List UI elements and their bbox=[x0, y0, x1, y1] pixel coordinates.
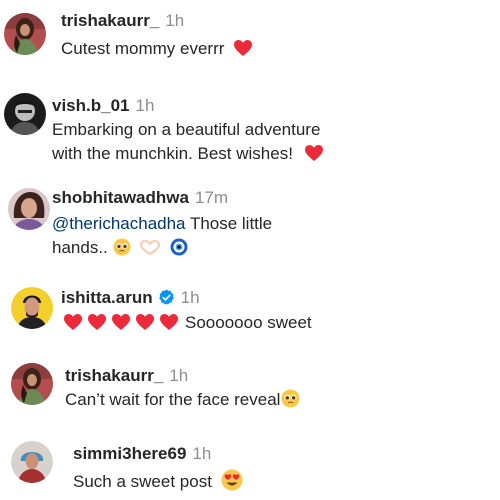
comment-item: shobhitawadhwa 17m @therichachadha Those … bbox=[0, 180, 500, 275]
comment-text: Can’t wait for the face reveal bbox=[65, 388, 300, 412]
comment-body-line-2: with the munchkin. Best wishes! bbox=[52, 142, 328, 166]
red-heart-icon bbox=[304, 145, 323, 161]
comment-header: ishitta.arun 1h bbox=[61, 287, 200, 309]
avatar-image bbox=[4, 13, 46, 55]
avatar[interactable] bbox=[4, 93, 46, 135]
red-heart-icon bbox=[88, 314, 106, 330]
nazar-amulet-icon bbox=[170, 238, 188, 256]
comment-text: Such a sweet post bbox=[73, 469, 243, 494]
comment-username[interactable]: ishitta.arun bbox=[61, 288, 153, 307]
comment-body: Can’t wait for the face reveal bbox=[65, 390, 281, 409]
red-heart-icon bbox=[64, 314, 82, 330]
pleading-face-icon bbox=[113, 238, 130, 256]
avatar[interactable] bbox=[11, 441, 53, 483]
comment-text: Embarking on a beautiful adventure with … bbox=[52, 118, 328, 166]
comment-header: shobhitawadhwa 17m bbox=[52, 187, 228, 209]
comment-text: @therichachadha Those little hands.. bbox=[52, 212, 272, 260]
comment-item: trishakaurr_ 1h Can’t wait for the face r… bbox=[0, 355, 500, 430]
avatar[interactable] bbox=[11, 287, 53, 329]
verified-badge-icon bbox=[158, 289, 174, 305]
comment-body-line: @therichachadha Those little bbox=[52, 212, 272, 236]
heart-hands-icon bbox=[140, 240, 161, 256]
red-heart-icon bbox=[112, 314, 130, 330]
red-heart-icon bbox=[234, 40, 253, 56]
comment-header: simmi3here69 1h bbox=[73, 443, 211, 465]
comment-text: Cutest mommy everrr bbox=[61, 37, 257, 61]
avatar-image bbox=[4, 93, 46, 135]
avatar[interactable] bbox=[4, 13, 46, 55]
comment-username[interactable]: simmi3here69 bbox=[73, 444, 186, 463]
comment-item: trishakaurr_ 1h Cutest mommy everrr bbox=[0, 0, 500, 75]
pleading-face-icon bbox=[281, 389, 300, 408]
mention-link[interactable]: @therichachadha bbox=[52, 214, 186, 233]
comment-body: Cutest mommy everrr bbox=[61, 39, 225, 58]
comment-username[interactable]: trishakaurr_ bbox=[61, 11, 159, 30]
red-heart-icon bbox=[160, 314, 178, 330]
red-heart-icon bbox=[136, 314, 154, 330]
comment-timestamp: 1h bbox=[180, 288, 200, 307]
comment-timestamp: 1h bbox=[192, 444, 212, 463]
comment-header: trishakaurr_ 1h bbox=[61, 10, 184, 32]
avatar[interactable] bbox=[11, 363, 53, 405]
comment-body: Sooooooo sweet bbox=[185, 313, 312, 332]
comment-header: vish.b_01 1h bbox=[52, 95, 154, 117]
comment-body-text: hands.. bbox=[52, 238, 108, 257]
comment-item: vish.b_01 1h Embarking on a beautiful adv… bbox=[0, 85, 500, 175]
avatar-image bbox=[8, 188, 50, 230]
comment-item: simmi3here69 1h Such a sweet post bbox=[0, 435, 500, 500]
comment-body: Such a sweet post bbox=[73, 472, 212, 491]
comment-body-line-text: with the munchkin. Best wishes! bbox=[52, 144, 293, 163]
comment-username[interactable]: shobhitawadhwa bbox=[52, 188, 189, 207]
comment-username[interactable]: trishakaurr_ bbox=[65, 366, 163, 385]
comment-body-line: Embarking on a beautiful adventure bbox=[52, 120, 321, 139]
comment-item: ishitta.arun 1h Sooooooo sweet bbox=[0, 280, 500, 350]
comment-header: trishakaurr_ 1h bbox=[65, 365, 188, 387]
comment-body-line-2: hands.. bbox=[52, 236, 272, 260]
comment-timestamp: 1h bbox=[165, 11, 185, 30]
comment-timestamp: 1h bbox=[169, 366, 189, 385]
comment-body-text: Those little bbox=[189, 214, 273, 233]
comment-username[interactable]: vish.b_01 bbox=[52, 96, 130, 115]
heart-eyes-face-icon bbox=[221, 469, 243, 491]
comment-timestamp: 17m bbox=[194, 188, 229, 207]
comment-timestamp: 1h bbox=[135, 96, 155, 115]
avatar-image bbox=[11, 441, 53, 483]
avatar-image bbox=[11, 287, 53, 329]
avatar-image bbox=[11, 363, 53, 405]
comment-text: Sooooooo sweet bbox=[63, 311, 312, 335]
avatar[interactable] bbox=[8, 188, 50, 230]
